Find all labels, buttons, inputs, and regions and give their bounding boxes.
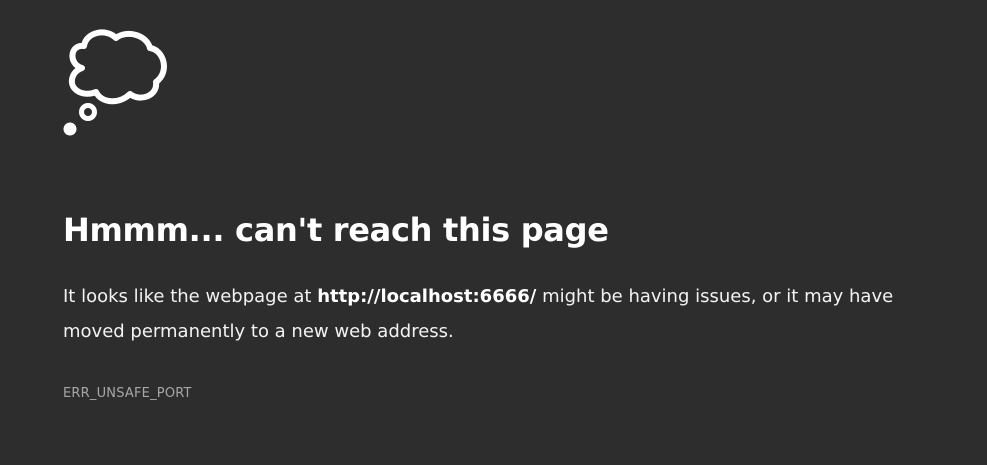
page-title: Hmmm... can't reach this page: [63, 211, 609, 249]
error-url: http://localhost:6666/: [317, 286, 537, 307]
error-message: It looks like the webpage at http://loca…: [63, 279, 943, 349]
error-code: ERR_UNSAFE_PORT: [63, 386, 192, 401]
thought-bubble-icon: [60, 26, 176, 138]
message-prefix: It looks like the webpage at: [63, 286, 318, 307]
